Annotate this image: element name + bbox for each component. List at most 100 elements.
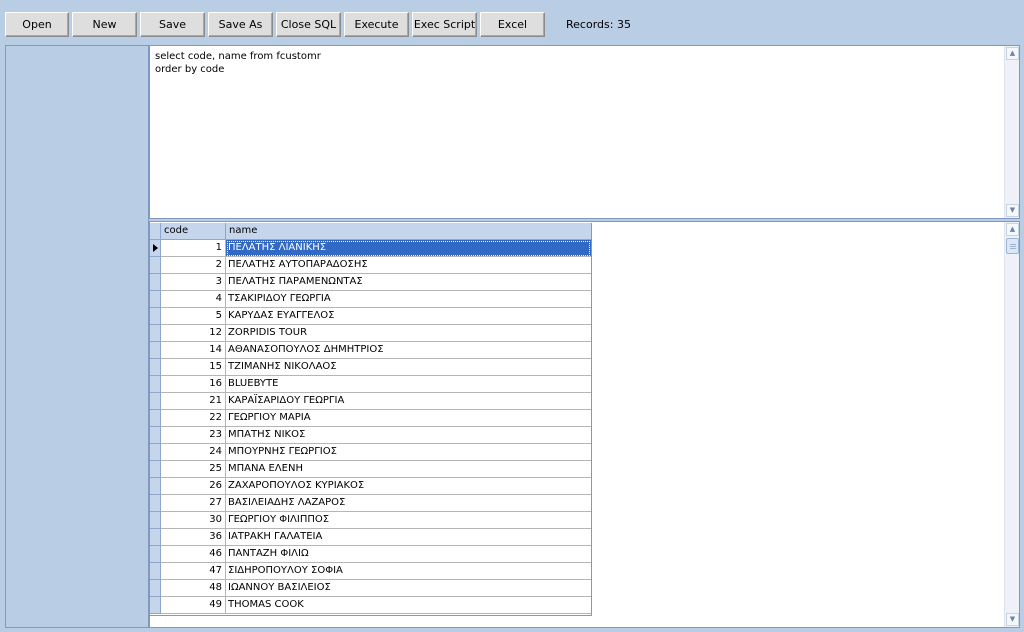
row-indicator[interactable] xyxy=(150,393,161,410)
cell-code[interactable]: 15 xyxy=(161,359,226,376)
cell-code[interactable]: 3 xyxy=(161,274,226,291)
row-indicator[interactable] xyxy=(150,512,161,529)
scroll-down-arrow-icon[interactable]: ▼ xyxy=(1006,613,1019,626)
row-indicator[interactable] xyxy=(150,495,161,512)
open-button[interactable]: Open xyxy=(5,12,69,37)
cell-name[interactable]: BLUEBYTE xyxy=(226,376,591,393)
cell-code[interactable]: 30 xyxy=(161,512,226,529)
row-indicator[interactable] xyxy=(150,444,161,461)
cell-code[interactable]: 49 xyxy=(161,597,226,614)
table-row[interactable]: 27 ΒΑΣΙΛΕΙΑΔΗΣ ΛΑΖΑΡΟΣ xyxy=(150,495,591,512)
table-row[interactable]: 36 ΙΑΤΡΑΚΗ ΓΑΛΑΤΕΙΑ xyxy=(150,529,591,546)
table-row[interactable]: 47 ΣΙΔΗΡΟΠΟΥΛΟΥ ΣΟΦΙΑ xyxy=(150,563,591,580)
column-header-name[interactable]: name xyxy=(226,223,591,240)
table-row[interactable]: 48 ΙΩΑΝΝΟΥ ΒΑΣΙΛΕΙΟΣ xyxy=(150,580,591,597)
cell-name[interactable]: ΠΕΛΑΤΗΣ ΛΙΑΝΙΚΗΣ xyxy=(226,240,591,257)
row-indicator[interactable] xyxy=(150,257,161,274)
row-indicator[interactable] xyxy=(150,291,161,308)
row-indicator[interactable] xyxy=(150,342,161,359)
cell-code[interactable]: 22 xyxy=(161,410,226,427)
table-row[interactable]: 46 ΠΑΝΤΑΖΗ ΦΙΛΙΩ xyxy=(150,546,591,563)
cell-name[interactable]: ZORPIDIS TOUR xyxy=(226,325,591,342)
row-indicator[interactable] xyxy=(150,359,161,376)
row-indicator[interactable] xyxy=(150,427,161,444)
cell-name[interactable]: ΓΕΩΡΓΙΟΥ ΦΙΛΙΠΠΟΣ xyxy=(226,512,591,529)
table-row[interactable]: 3 ΠΕΛΑΤΗΣ ΠΑΡΑΜΕΝΩΝΤΑΣ xyxy=(150,274,591,291)
scroll-down-arrow-icon[interactable]: ▼ xyxy=(1006,204,1019,217)
table-row[interactable]: 25 ΜΠΑΝΑ ΕΛΕΝΗ xyxy=(150,461,591,478)
row-indicator[interactable] xyxy=(150,580,161,597)
new-button[interactable]: New xyxy=(72,12,137,37)
table-row[interactable]: 23 ΜΠΑΤΗΣ ΝΙΚΟΣ xyxy=(150,427,591,444)
cell-name[interactable]: ΣΙΔΗΡΟΠΟΥΛΟΥ ΣΟΦΙΑ xyxy=(226,563,591,580)
row-indicator[interactable] xyxy=(150,274,161,291)
cell-name[interactable]: ΖΑΧΑΡΟΠΟΥΛΟΣ ΚΥΡΙΑΚΟΣ xyxy=(226,478,591,495)
cell-code[interactable]: 16 xyxy=(161,376,226,393)
cell-name[interactable]: ΒΑΣΙΛΕΙΑΔΗΣ ΛΑΖΑΡΟΣ xyxy=(226,495,591,512)
cell-name[interactable]: ΜΠΑΤΗΣ ΝΙΚΟΣ xyxy=(226,427,591,444)
cell-code[interactable]: 36 xyxy=(161,529,226,546)
cell-code[interactable]: 48 xyxy=(161,580,226,597)
save-button[interactable]: Save xyxy=(140,12,205,37)
column-header-code[interactable]: code xyxy=(161,223,226,240)
row-indicator[interactable] xyxy=(150,597,161,614)
row-indicator[interactable] xyxy=(150,546,161,563)
cell-name[interactable]: ΠΕΛΑΤΗΣ ΠΑΡΑΜΕΝΩΝΤΑΣ xyxy=(226,274,591,291)
cell-name[interactable]: ΙΩΑΝΝΟΥ ΒΑΣΙΛΕΙΟΣ xyxy=(226,580,591,597)
cell-code[interactable]: 46 xyxy=(161,546,226,563)
cell-code[interactable]: 21 xyxy=(161,393,226,410)
cell-name[interactable]: ΓΕΩΡΓΙΟΥ ΜΑΡΙΑ xyxy=(226,410,591,427)
row-indicator[interactable] xyxy=(150,325,161,342)
table-row[interactable]: 5 ΚΑΡΥΔΑΣ ΕΥΑΓΓΕΛΟΣ xyxy=(150,308,591,325)
execute-button[interactable]: Execute xyxy=(344,12,409,37)
sql-editor[interactable]: select code, name from fcustomr order by… xyxy=(149,45,1020,219)
cell-name[interactable]: THOMAS COOK xyxy=(226,597,591,614)
cell-code[interactable]: 14 xyxy=(161,342,226,359)
table-row[interactable]: 15 ΤΖΙΜΑΝΗΣ ΝΙΚΟΛΑΟΣ xyxy=(150,359,591,376)
save-as-button[interactable]: Save As xyxy=(208,12,273,37)
table-row[interactable]: 12 ZORPIDIS TOUR xyxy=(150,325,591,342)
grid-scrollbar[interactable]: ▲ ▼ xyxy=(1004,222,1019,627)
cell-code[interactable]: 4 xyxy=(161,291,226,308)
row-indicator[interactable] xyxy=(150,410,161,427)
cell-name[interactable]: ΜΠΟΥΡΝΗΣ ΓΕΩΡΓΙΟΣ xyxy=(226,444,591,461)
table-row[interactable]: 14 ΑΘΑΝΑΣΟΠΟΥΛΟΣ ΔΗΜΗΤΡΙΟΣ xyxy=(150,342,591,359)
row-indicator[interactable] xyxy=(150,461,161,478)
excel-button[interactable]: Excel xyxy=(480,12,545,37)
table-row[interactable]: 49 THOMAS COOK xyxy=(150,597,591,614)
cell-name[interactable]: ΤΣΑΚΙΡΙΔΟΥ ΓΕΩΡΓΙΑ xyxy=(226,291,591,308)
cell-code[interactable]: 5 xyxy=(161,308,226,325)
cell-code[interactable]: 27 xyxy=(161,495,226,512)
cell-name[interactable]: ΑΘΑΝΑΣΟΠΟΥΛΟΣ ΔΗΜΗΤΡΙΟΣ xyxy=(226,342,591,359)
close-sql-button[interactable]: Close SQL xyxy=(276,12,341,37)
table-row[interactable]: 16 BLUEBYTE xyxy=(150,376,591,393)
sql-editor-scrollbar[interactable]: ▲ ▼ xyxy=(1004,46,1019,218)
cell-code[interactable]: 1 xyxy=(161,240,226,257)
row-indicator[interactable] xyxy=(150,308,161,325)
row-indicator[interactable] xyxy=(150,529,161,546)
row-indicator[interactable] xyxy=(150,478,161,495)
cell-name[interactable]: ΜΠΑΝΑ ΕΛΕΝΗ xyxy=(226,461,591,478)
table-row[interactable]: 26 ΖΑΧΑΡΟΠΟΥΛΟΣ ΚΥΡΙΑΚΟΣ xyxy=(150,478,591,495)
results-grid[interactable]: code name 1 ΠΕΛΑΤΗΣ ΛΙΑΝΙΚΗΣ 2 ΠΕΛΑΤΗΣ ΑΥΤΟ… xyxy=(150,223,592,616)
cell-name[interactable]: ΠΑΝΤΑΖΗ ΦΙΛΙΩ xyxy=(226,546,591,563)
table-row[interactable]: 24 ΜΠΟΥΡΝΗΣ ΓΕΩΡΓΙΟΣ xyxy=(150,444,591,461)
scroll-up-arrow-icon[interactable]: ▲ xyxy=(1006,223,1019,236)
cell-name[interactable]: ΠΕΛΑΤΗΣ ΑΥΤΟΠΑΡΑΔΟΣΗΣ xyxy=(226,257,591,274)
cell-name[interactable]: ΤΖΙΜΑΝΗΣ ΝΙΚΟΛΑΟΣ xyxy=(226,359,591,376)
row-indicator[interactable] xyxy=(150,240,161,257)
table-row[interactable]: 2 ΠΕΛΑΤΗΣ ΑΥΤΟΠΑΡΑΔΟΣΗΣ xyxy=(150,257,591,274)
sql-query-text[interactable]: select code, name from fcustomr order by… xyxy=(155,50,321,76)
cell-code[interactable]: 12 xyxy=(161,325,226,342)
scroll-up-arrow-icon[interactable]: ▲ xyxy=(1006,47,1019,60)
cell-code[interactable]: 2 xyxy=(161,257,226,274)
cell-name[interactable]: ΙΑΤΡΑΚΗ ΓΑΛΑΤΕΙΑ xyxy=(226,529,591,546)
cell-code[interactable]: 47 xyxy=(161,563,226,580)
cell-name[interactable]: ΚΑΡΥΔΑΣ ΕΥΑΓΓΕΛΟΣ xyxy=(226,308,591,325)
table-row[interactable]: 21 ΚΑΡΑΪΣΑΡΙΔΟΥ ΓΕΩΡΓΙΑ xyxy=(150,393,591,410)
row-indicator[interactable] xyxy=(150,563,161,580)
scrollbar-thumb[interactable] xyxy=(1006,238,1019,254)
row-indicator[interactable] xyxy=(150,376,161,393)
table-row[interactable]: 30 ΓΕΩΡΓΙΟΥ ΦΙΛΙΠΠΟΣ xyxy=(150,512,591,529)
cell-code[interactable]: 26 xyxy=(161,478,226,495)
